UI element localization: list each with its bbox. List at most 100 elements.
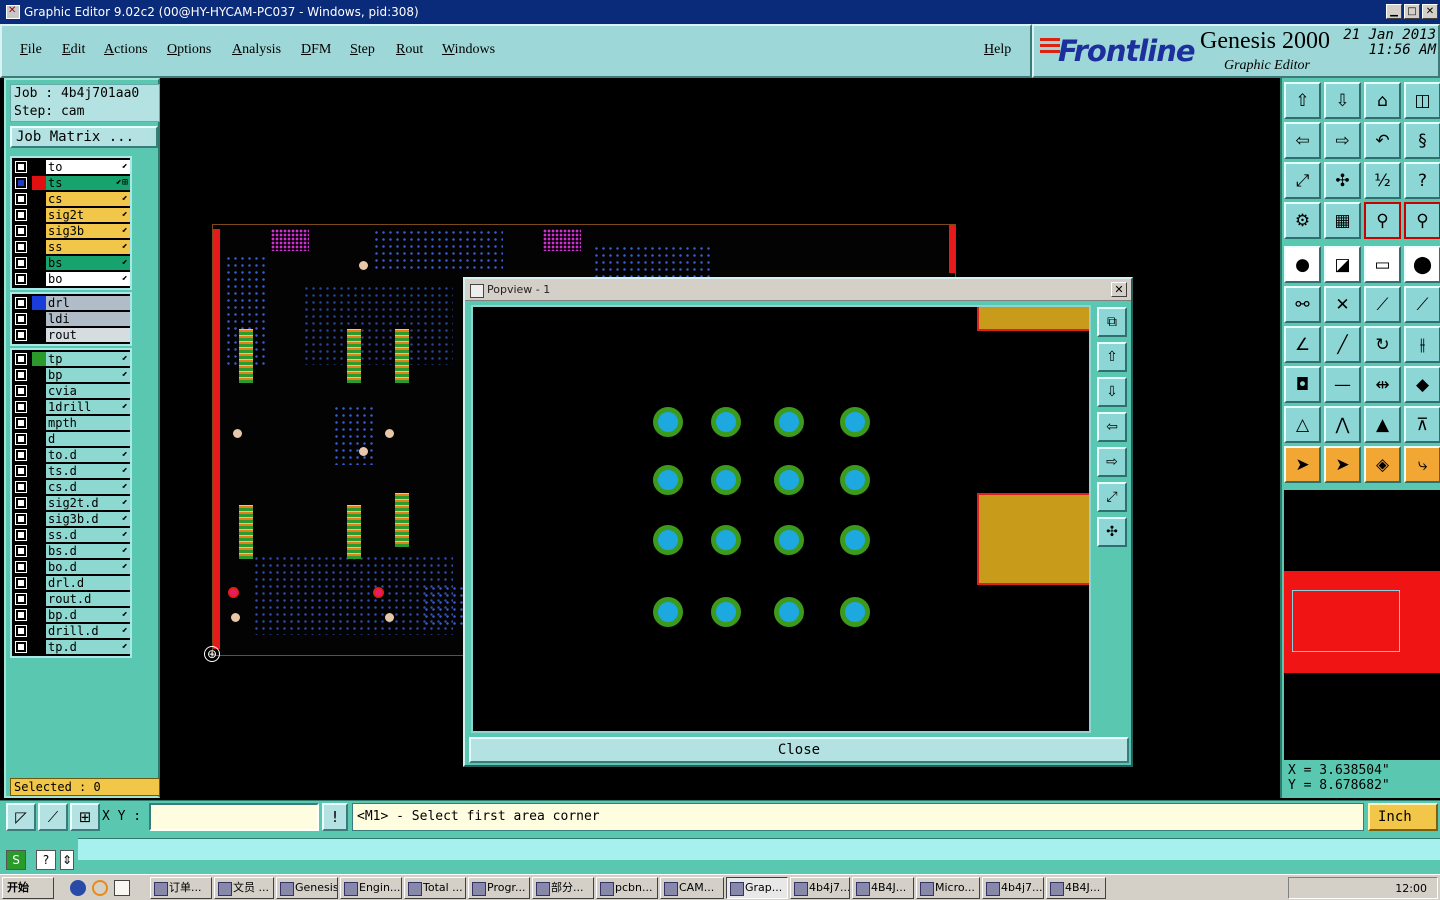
move-pad-icon[interactable]: ◘ <box>1284 366 1321 403</box>
layer-color-swatch[interactable] <box>32 224 46 238</box>
route-pointer-icon[interactable]: ⤷ <box>1404 446 1440 483</box>
layer-row[interactable]: ts.d ⬋ <box>12 463 130 479</box>
layer-name[interactable]: sig2t ⬋ <box>46 208 130 222</box>
layer-checkbox[interactable] <box>16 226 26 236</box>
layer-name[interactable]: ss.d ⬋ <box>46 528 130 542</box>
layer-name[interactable]: tp.d ⬋ <box>46 640 130 654</box>
popview-close-button[interactable]: Close <box>469 737 1129 763</box>
layer-name[interactable]: ts.d ⬋ <box>46 464 130 478</box>
layer-checkbox[interactable] <box>16 386 26 396</box>
layer-color-swatch[interactable] <box>32 464 46 478</box>
layer-name[interactable]: sig3b ⬋ <box>46 224 130 238</box>
layer-color-swatch[interactable] <box>32 352 46 366</box>
layer-color-swatch[interactable] <box>32 560 46 574</box>
shapes-icon[interactable]: ◆ <box>1404 366 1440 403</box>
layer-name[interactable]: ss ⬋ <box>46 240 130 254</box>
layer-name[interactable]: drl.d <box>46 576 130 590</box>
layer-row[interactable]: rout.d <box>12 591 130 607</box>
layer-row[interactable]: ss ⬋ <box>12 239 130 255</box>
layer-row[interactable]: to ⬋ <box>12 159 130 175</box>
xy-input[interactable] <box>149 803 319 831</box>
layer-color-swatch[interactable] <box>32 448 46 462</box>
layer-name[interactable]: bs.d ⬋ <box>46 544 130 558</box>
pointer-icon[interactable]: ➤ <box>1284 446 1321 483</box>
popview-canvas[interactable] <box>471 305 1091 733</box>
layer-name[interactable]: bo ⬋ <box>46 272 130 286</box>
taskbar-button[interactable]: 4B4J... <box>1046 877 1106 899</box>
pointer-diamond-icon[interactable]: ◈ <box>1364 446 1401 483</box>
help-query-icon[interactable]: ? <box>36 850 56 870</box>
menu-edit[interactable]: Edit <box>62 42 85 58</box>
dimension-icon[interactable]: ⇹ <box>1364 366 1401 403</box>
layer-checkbox[interactable] <box>16 610 26 620</box>
layer-checkbox[interactable] <box>16 482 26 492</box>
script-icon[interactable]: S <box>6 850 26 870</box>
dot-icon[interactable]: ⬤ <box>1404 246 1440 283</box>
popview-pan-left-icon[interactable]: ⇦ <box>1097 412 1127 442</box>
select-pad-icon[interactable]: ● <box>1284 246 1321 283</box>
layer-row[interactable]: bp ⬋ <box>12 367 130 383</box>
highlight-icon[interactable]: ◪ <box>1324 246 1361 283</box>
layer-checkbox[interactable] <box>16 162 26 172</box>
layer-color-swatch[interactable] <box>32 296 46 310</box>
popview-split-icon[interactable]: ⧉ <box>1097 307 1127 337</box>
layer-row[interactable]: drl <box>12 295 130 311</box>
menu-help[interactable]: Help <box>984 42 1011 58</box>
units-selector[interactable]: Inch <box>1368 803 1438 831</box>
layer-color-swatch[interactable] <box>32 432 46 446</box>
layer-checkbox[interactable] <box>16 434 26 444</box>
layer-checkbox[interactable] <box>16 450 26 460</box>
layer-checkbox[interactable] <box>16 546 26 556</box>
layer-color-swatch[interactable] <box>32 512 46 526</box>
layer-color-swatch[interactable] <box>32 176 46 190</box>
layer-row[interactable]: bs ⬋ <box>12 255 130 271</box>
popview-close-icon[interactable]: ✕ <box>1111 282 1127 297</box>
layer-name[interactable]: mpth <box>46 416 130 430</box>
layer-name[interactable]: ldi <box>46 312 130 326</box>
line-node-icon[interactable]: ⟋ <box>1364 286 1401 323</box>
zoom-1to2-icon[interactable]: ½ <box>1364 162 1401 199</box>
layer-row[interactable]: sig3b.d ⬋ <box>12 511 130 527</box>
layer-row[interactable]: cs.d ⬋ <box>12 479 130 495</box>
pan-left-icon[interactable]: ⇦ <box>1284 122 1321 159</box>
undo-view-icon[interactable]: ↶ <box>1364 122 1401 159</box>
angle-icon[interactable]: ∠ <box>1284 326 1321 363</box>
layer-color-swatch[interactable] <box>32 480 46 494</box>
pointer-select-icon[interactable]: ➤ <box>1324 446 1361 483</box>
layer-color-swatch[interactable] <box>32 256 46 270</box>
taskbar-button[interactable]: 4B4J... <box>852 877 914 899</box>
snap-grid-icon[interactable]: ⊞ <box>70 803 100 831</box>
menu-rout[interactable]: Rout <box>396 42 423 58</box>
layer-row[interactable]: ts ⬋⊞ <box>12 175 130 191</box>
layer-checkbox[interactable] <box>16 418 26 428</box>
snap-angle-icon[interactable]: ⟋ <box>38 803 68 831</box>
layer-color-swatch[interactable] <box>32 608 46 622</box>
layer-row[interactable]: mpth <box>12 415 130 431</box>
triangle-icon[interactable]: ⋀ <box>1324 406 1361 443</box>
layer-checkbox[interactable] <box>16 514 26 524</box>
dash-icon[interactable]: — <box>1324 366 1361 403</box>
layer-name[interactable]: drill.d ⬋ <box>46 624 130 638</box>
triangle-red-icon[interactable]: △ <box>1284 406 1321 443</box>
taskbar-button[interactable]: 部分... <box>532 877 594 899</box>
layer-name[interactable]: drl <box>46 296 130 310</box>
layer-checkbox[interactable] <box>16 274 26 284</box>
ie-icon[interactable] <box>70 880 86 896</box>
layer-color-swatch[interactable] <box>32 160 46 174</box>
layer-row[interactable]: bo ⬋ <box>12 271 130 287</box>
layer-row[interactable]: bp.d ⬋ <box>12 607 130 623</box>
triangle-bold-icon[interactable]: ▲ <box>1364 406 1401 443</box>
layer-name[interactable]: tp ⬋ <box>46 352 130 366</box>
layer-display-icon[interactable]: ⚲ <box>1404 202 1440 239</box>
zoom-out-icon[interactable]: ✣ <box>1324 162 1361 199</box>
layer-checkbox[interactable] <box>16 642 26 652</box>
layer-name[interactable]: cvia <box>46 384 130 398</box>
taskbar-button[interactable]: Grap... <box>726 877 788 899</box>
draw-line-icon[interactable]: ╱ <box>1324 326 1361 363</box>
taskbar-button[interactable]: 订单... <box>150 877 212 899</box>
layer-color-swatch[interactable] <box>32 328 46 342</box>
home-view-icon[interactable]: ⌂ <box>1364 82 1401 119</box>
taskbar-button[interactable]: 文员 ... <box>214 877 274 899</box>
clock-icon[interactable] <box>92 880 108 896</box>
layer-name[interactable]: bp ⬋ <box>46 368 130 382</box>
